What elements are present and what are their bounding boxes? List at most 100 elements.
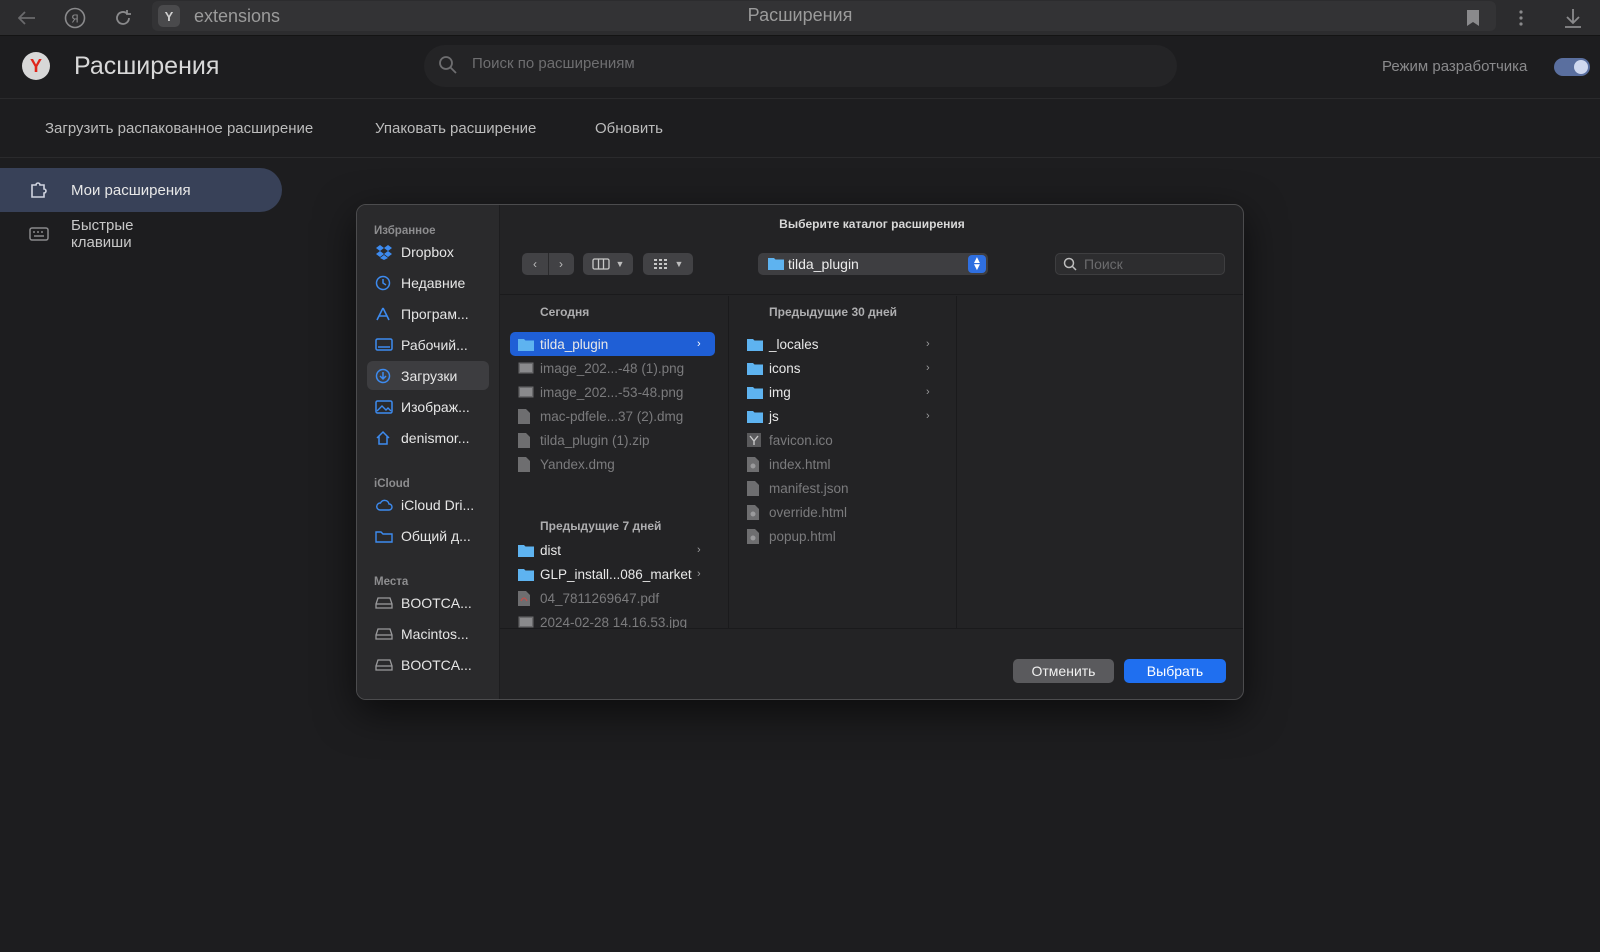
sidebar-item-bootcamp-2[interactable]: BOOTCA... [367,650,489,679]
extensions-favicon-icon: Y [158,5,180,27]
folder-row[interactable]: dist › [510,538,715,562]
week-title: Предыдущие 7 дней [540,519,662,533]
folder-row[interactable]: js › [739,404,944,428]
folder-icon [510,338,540,351]
sidebar-item-home[interactable]: denismor... [367,423,489,452]
home-icon [376,430,390,445]
pdf-icon [510,590,540,606]
extensions-search[interactable] [424,45,1177,87]
kebab-menu-icon[interactable] [1508,0,1534,36]
chevron-right-icon: › [926,410,930,422]
chevron-down-icon: ▼ [615,259,625,269]
drive-icon [375,596,393,609]
file-row[interactable]: mac-pdfele...37 (2).dmg [510,404,715,428]
sidebar-item-bootcamp-1[interactable]: BOOTCA... [367,588,489,617]
ico-icon [739,433,769,447]
reload-icon[interactable] [110,0,136,36]
search-input[interactable] [472,55,1152,72]
back-chevron-icon[interactable]: ‹ [523,257,548,271]
nav-my-extensions[interactable]: Мои расширения [0,168,282,212]
sidebar-item-shared[interactable]: Общий д... [367,521,489,550]
folder-row[interactable]: _locales › [739,332,944,356]
choose-folder-dialog: Избранное Dropbox Недавние Програм... Ра… [356,204,1244,700]
sidebar-item-icloud-drive[interactable]: iCloud Dri... [367,490,489,519]
dialog-search-input[interactable] [1084,256,1219,272]
back-arrow-icon[interactable] [14,0,40,36]
clock-icon [375,275,391,290]
sidebar-item-pictures[interactable]: Изображ... [367,392,489,421]
sidebar-item-applications[interactable]: Програм... [367,299,489,328]
sidebar-item-macintosh[interactable]: Macintos... [367,619,489,648]
icloud-title: iCloud [374,478,410,490]
downloads-icon [375,368,391,383]
row-name: favicon.ico [769,432,833,448]
folder-icon [510,544,540,557]
address-text: extensions [194,6,281,26]
column-tilda-plugin: Предыдущие 30 дней _locales › icons › img › js… [729,296,957,628]
places-title: Места [374,576,409,588]
folder-row[interactable]: GLP_install...086_market › [510,562,715,586]
update-button[interactable]: Обновить [595,120,663,137]
row-name: img [769,384,791,400]
folder-icon [739,386,769,399]
file-row[interactable]: popup.html [739,524,944,548]
address-bar[interactable]: Y extensions [152,1,1496,31]
chevron-right-icon: › [697,544,701,556]
forward-chevron-icon[interactable]: › [549,257,574,271]
row-name: icons [769,360,801,376]
svg-text:Я: Я [71,13,79,26]
shared-folder-icon [375,530,393,543]
yandex-home-icon[interactable]: Я [62,0,88,36]
row-name: dist [540,542,562,558]
sidebar-item-downloads[interactable]: Загрузки [367,361,489,390]
view-columns-button[interactable]: ▼ [583,253,633,275]
row-name: Yandex.dmg [540,456,615,472]
search-icon [1063,257,1077,271]
bookmark-icon[interactable] [1460,0,1486,36]
cloud-icon [376,499,393,511]
nav-shortcuts-label: Быстрые клавиши [71,217,134,251]
browser-top-bar: Я Y extensions Расширения [0,0,1600,36]
dropbox-icon [376,244,392,260]
file-row[interactable]: favicon.ico [739,428,944,452]
sidebar-item-dropbox[interactable]: Dropbox [367,237,489,266]
folder-row[interactable]: icons › [739,356,944,380]
choose-button[interactable]: Выбрать [1124,659,1226,683]
file-row[interactable]: image_202...-48 (1).png [510,356,715,380]
group-by-button[interactable]: ▼ [643,253,693,275]
page-title: Расширения [74,52,220,80]
folder-row[interactable]: tilda_plugin › [510,332,715,356]
extensions-toolbar: Загрузить распакованное расширение Упако… [0,100,1600,158]
file-row[interactable]: 04_7811269647.pdf [510,586,715,610]
file-row[interactable]: manifest.json [739,476,944,500]
chevron-right-icon: › [926,386,930,398]
folder-row[interactable]: img › [739,380,944,404]
path-popup-label: tilda_plugin [788,256,859,272]
row-name: popup.html [769,528,836,544]
search-icon [439,56,457,74]
file-icon [510,432,540,448]
row-name: manifest.json [769,480,849,496]
dialog-search[interactable] [1055,253,1225,275]
row-name: GLP_install...086_market [540,566,692,582]
chevron-right-icon: › [926,338,930,350]
file-row[interactable]: 2024-02-28 14.16.53.jpg [510,610,715,628]
sidebar-item-recents[interactable]: Недавние [367,268,489,297]
pack-extension-button[interactable]: Упаковать расширение [375,120,536,137]
file-row[interactable]: Yandex.dmg [510,452,715,476]
chevron-right-icon: › [697,338,701,350]
column-empty [957,296,1243,628]
nav-my-extensions-label: Мои расширения [71,181,191,199]
cancel-button[interactable]: Отменить [1013,659,1114,683]
load-unpacked-button[interactable]: Загрузить распакованное расширение [45,120,313,137]
column-downloads: Сегодня tilda_plugin › image_202...-48 (1)… [500,296,729,628]
download-icon[interactable] [1560,0,1586,36]
file-row[interactable]: index.html [739,452,944,476]
dev-mode-toggle[interactable] [1554,58,1590,76]
file-row[interactable]: tilda_plugin (1).zip [510,428,715,452]
path-popup[interactable]: tilda_plugin ▲ ▼ [758,253,988,275]
file-row[interactable]: image_202...-53-48.png [510,380,715,404]
sidebar-item-desktop[interactable]: Рабочий... [367,330,489,359]
file-row[interactable]: override.html [739,500,944,524]
applications-icon [376,307,390,320]
